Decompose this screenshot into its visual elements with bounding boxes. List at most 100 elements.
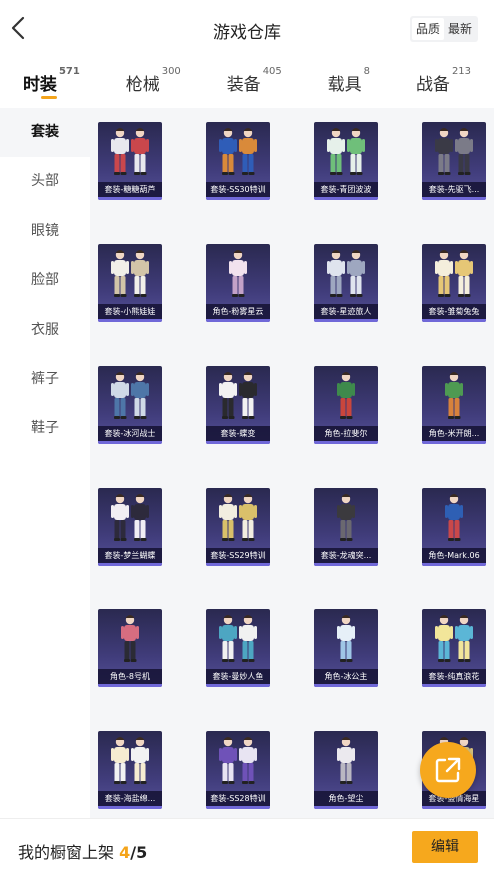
rarity-strip [422, 441, 486, 444]
rarity-strip [98, 684, 162, 687]
item-card[interactable]: 套装-冰河战士 [98, 366, 162, 444]
sidebar-item-pants[interactable]: 裤子 [0, 355, 90, 404]
showcase-status: 我的橱窗上架 4/5 [18, 839, 147, 863]
item-name: 套装-梦兰蝴蝶 [98, 548, 162, 563]
item-card[interactable]: 套装-海盐绵... [98, 731, 162, 809]
item-card[interactable]: 套装-蝶变 [206, 366, 270, 444]
item-name: 角色-粉雾星云 [206, 304, 270, 319]
item-card[interactable]: 套装-先驱飞... [422, 122, 486, 200]
item-card[interactable]: 角色-粉雾星云 [206, 244, 270, 322]
item-card[interactable]: 套装-曼妙人鱼 [206, 609, 270, 687]
item-card[interactable]: 套装-小熊娃娃 [98, 244, 162, 322]
sort-option-latest[interactable]: 最新 [444, 18, 476, 40]
outfit-preview-image [219, 737, 257, 784]
tab-label: 枪械 [125, 75, 160, 95]
item-card[interactable]: 角色-8号机 [98, 609, 162, 687]
showcase-label: 我的橱窗上架 [18, 843, 115, 862]
tab-label: 载具 [327, 75, 362, 95]
rarity-strip [98, 197, 162, 200]
top-header: 游戏仓库 品质 最新 [0, 0, 494, 56]
outfit-preview-image [337, 615, 355, 662]
tab-fashion[interactable]: 时装571 [23, 60, 80, 106]
item-card[interactable]: 套装-SS28特训 [206, 731, 270, 809]
tab-count: 405 [262, 66, 282, 77]
share-external-icon [435, 757, 461, 783]
item-name: 套装-海盐绵... [98, 791, 162, 806]
rarity-strip [206, 319, 270, 322]
edit-button[interactable]: 编辑 [412, 831, 478, 863]
item-name: 角色-8号机 [98, 669, 162, 684]
outfit-preview-image [435, 128, 473, 175]
item-card[interactable]: 套装-纯真浪花 [422, 609, 486, 687]
sidebar-item-head[interactable]: 头部 [0, 157, 90, 206]
tab-label: 装备 [226, 75, 261, 95]
outfit-preview-image [111, 494, 149, 541]
item-name: 套装-纯真浪花 [422, 669, 486, 684]
rarity-strip [314, 684, 378, 687]
item-card[interactable]: 套装-糖糖葫芦 [98, 122, 162, 200]
showcase-bar: 我的橱窗上架 4/5 编辑 [0, 818, 494, 875]
outfit-preview-image [337, 494, 355, 541]
item-card[interactable]: 角色-望尘 [314, 731, 378, 809]
item-card[interactable]: 套装-梦兰蝴蝶 [98, 488, 162, 566]
sidebar-item-clothes[interactable]: 衣服 [0, 306, 90, 355]
sidebar-item-shoes[interactable]: 鞋子 [0, 404, 90, 453]
item-card[interactable]: 角色-米开朗... [422, 366, 486, 444]
item-name: 套装-龙魂突... [314, 548, 378, 563]
item-card[interactable]: 套装-SS30特训 [206, 122, 270, 200]
outfit-preview-image [111, 250, 149, 297]
item-name: 套装-蝶变 [206, 426, 270, 441]
item-name: 角色-望尘 [314, 791, 378, 806]
rarity-strip [314, 563, 378, 566]
subcategory-sidebar: 套装 头部 眼镜 脸部 衣服 裤子 鞋子 [0, 108, 90, 818]
outfit-preview-image [219, 615, 257, 662]
rarity-strip [422, 563, 486, 566]
item-card[interactable]: 角色-拉斐尔 [314, 366, 378, 444]
item-name: 套装-先驱飞... [422, 182, 486, 197]
rarity-strip [314, 197, 378, 200]
outfit-preview-image [337, 737, 355, 784]
item-grid: 套装-糖糖葫芦 套装-SS30特训 套装-青团波波套装-先驱飞... 套装-小熊娃娃角… [90, 108, 494, 818]
outfit-preview-image [111, 372, 149, 419]
tab-label: 时装 [22, 75, 57, 95]
tab-guns[interactable]: 枪械300 [126, 60, 181, 106]
item-card[interactable]: 套装-雏菊兔兔 [422, 244, 486, 322]
rarity-strip [206, 806, 270, 809]
item-card[interactable]: 套装-龙魂突... [314, 488, 378, 566]
tab-supplies[interactable]: 战备213 [416, 60, 471, 106]
outfit-preview-image [111, 128, 149, 175]
rarity-strip [98, 806, 162, 809]
item-card[interactable]: 角色-Mark.06 [422, 488, 486, 566]
share-button[interactable] [420, 742, 476, 798]
sidebar-item-set[interactable]: 套装 [0, 108, 90, 158]
item-name: 套装-糖糖葫芦 [98, 182, 162, 197]
sidebar-item-face[interactable]: 脸部 [0, 256, 90, 305]
tab-count: 571 [58, 66, 80, 77]
rarity-strip [422, 319, 486, 322]
sidebar-item-glasses[interactable]: 眼镜 [0, 207, 90, 256]
outfit-preview-image [111, 737, 149, 784]
rarity-strip [98, 441, 162, 444]
sort-option-quality[interactable]: 品质 [411, 18, 444, 40]
item-name: 套装-星迹旅人 [314, 304, 378, 319]
item-name: 套装-冰河战士 [98, 426, 162, 441]
rarity-strip [98, 563, 162, 566]
rarity-strip [206, 197, 270, 200]
outfit-preview-image [219, 494, 257, 541]
item-card[interactable]: 角色-冰公主 [314, 609, 378, 687]
outfit-preview-image [445, 372, 463, 419]
item-card[interactable]: 套装-星迹旅人 [314, 244, 378, 322]
item-card[interactable]: 套装-SS29特训 [206, 488, 270, 566]
item-name: 套装-SS28特训 [206, 791, 270, 806]
outfit-preview-image [435, 250, 473, 297]
rarity-strip [422, 197, 486, 200]
item-card[interactable]: 套装-青团波波 [314, 122, 378, 200]
tab-count: 300 [161, 66, 181, 77]
tab-vehicles[interactable]: 载具8 [328, 60, 370, 106]
outfit-preview-image [121, 615, 139, 662]
rarity-strip [206, 563, 270, 566]
rarity-strip [206, 684, 270, 687]
sort-toggle: 品质 最新 [409, 16, 478, 42]
category-tabs: 时装571 枪械300 装备405 载具8 战备213 [0, 60, 494, 106]
tab-equipment[interactable]: 装备405 [227, 60, 282, 106]
